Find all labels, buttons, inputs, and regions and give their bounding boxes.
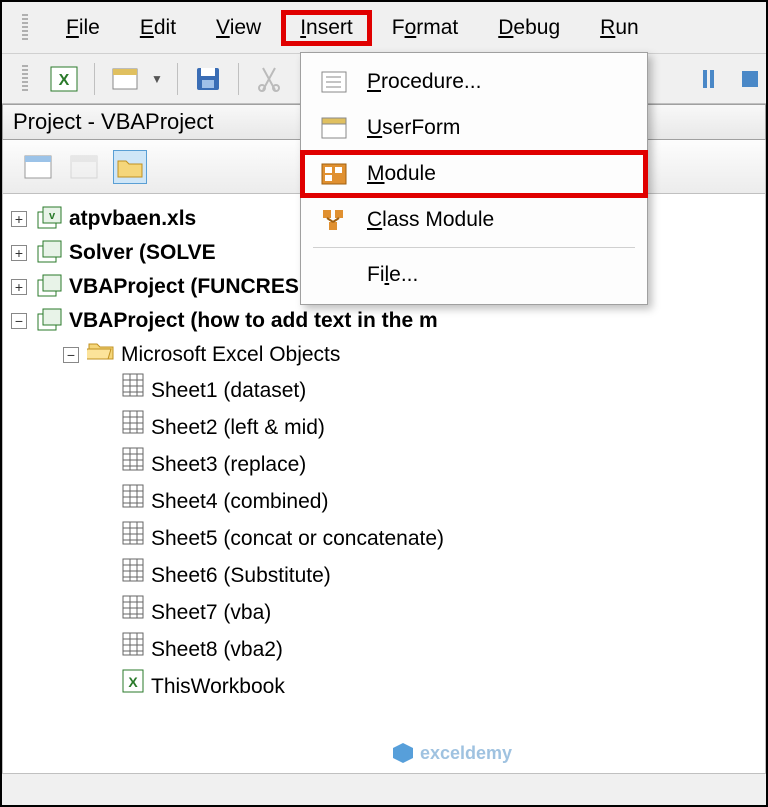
folder-node-objects[interactable]: − Microsoft Excel Objects	[11, 338, 757, 372]
worksheet-icon	[121, 557, 145, 594]
dropdown-item-module[interactable]: Module	[301, 151, 647, 197]
vbaproject-icon	[35, 274, 63, 300]
file-blank-icon	[319, 260, 349, 290]
view-object-button[interactable]	[67, 150, 101, 184]
dropdown-file-label: File...	[367, 263, 418, 287]
sheet-node[interactable]: Sheet7 (vba)	[11, 594, 757, 631]
watermark-brand: exceldemy	[420, 743, 512, 764]
insert-dropdown: Procedure... UserForm Module Class Modul…	[300, 52, 648, 305]
folder-open-icon	[87, 338, 115, 372]
menu-debug[interactable]: Debug	[478, 10, 580, 46]
tree-label: Microsoft Excel Objects	[121, 338, 340, 372]
collapse-icon[interactable]: −	[63, 347, 79, 363]
sheet-node[interactable]: Sheet1 (dataset)	[11, 372, 757, 409]
tree-label: Solver (SOLVE	[69, 236, 216, 270]
sheet-node[interactable]: Sheet2 (left & mid)	[11, 409, 757, 446]
worksheet-icon	[121, 409, 145, 446]
expand-icon[interactable]: +	[11, 279, 27, 295]
menu-insert[interactable]: Insert	[281, 10, 372, 46]
separator	[238, 63, 239, 95]
tree-label: Sheet1 (dataset)	[151, 374, 306, 408]
expand-icon[interactable]: +	[11, 245, 27, 261]
menu-file-label: ile	[79, 16, 100, 39]
excel-icon[interactable]: X	[48, 63, 80, 95]
dropdown-item-classmodule[interactable]: Class Module	[301, 197, 647, 243]
svg-text:v: v	[49, 210, 56, 222]
worksheet-icon	[121, 483, 145, 520]
stop-button[interactable]	[734, 63, 766, 95]
tree-label: Sheet7 (vba)	[151, 596, 271, 630]
dropdown-userform-label: UserForm	[367, 116, 460, 140]
workbook-node[interactable]: X ThisWorkbook	[11, 668, 757, 705]
dropdown-item-file[interactable]: File...	[301, 252, 647, 298]
menu-run[interactable]: Run	[580, 10, 659, 46]
dropdown-procedure-label: Procedure...	[367, 70, 481, 94]
dropdown-arrow-icon[interactable]: ▼	[151, 72, 163, 86]
insert-object-button[interactable]	[109, 63, 141, 95]
dropdown-classmodule-label: Class Module	[367, 208, 494, 232]
menu-run-label: un	[615, 16, 638, 39]
menu-edit-label: dit	[154, 16, 176, 39]
stop-icon	[742, 71, 758, 87]
workbook-icon: X	[121, 668, 145, 705]
userform-icon	[319, 113, 349, 143]
classmodule-icon	[319, 205, 349, 235]
menu-format-label: rmat	[416, 16, 458, 39]
watermark-icon	[392, 742, 414, 764]
save-button[interactable]	[192, 63, 224, 95]
sheet-node[interactable]: Sheet4 (combined)	[11, 483, 757, 520]
vbaproject-icon: v	[35, 206, 63, 232]
watermark: exceldemy	[392, 742, 512, 764]
grip-icon	[22, 65, 28, 93]
sheet-node[interactable]: Sheet6 (Substitute)	[11, 557, 757, 594]
sheet-node[interactable]: Sheet8 (vba2)	[11, 631, 757, 668]
view-code-button[interactable]	[21, 150, 55, 184]
vbaproject-icon	[35, 308, 63, 334]
separator	[177, 63, 178, 95]
worksheet-icon	[121, 372, 145, 409]
menu-format[interactable]: Format	[372, 10, 479, 46]
project-node-main[interactable]: − VBAProject (how to add text in the m	[11, 304, 757, 338]
dropdown-separator	[313, 247, 635, 248]
cut-button[interactable]	[253, 63, 285, 95]
pause-icon	[703, 70, 714, 88]
tree-label: Sheet5 (concat or concatenate)	[151, 522, 444, 556]
tree-label: ThisWorkbook	[151, 670, 285, 704]
tree-label: Sheet3 (replace)	[151, 448, 306, 482]
menu-edit[interactable]: Edit	[120, 10, 196, 46]
dropdown-item-procedure[interactable]: Procedure...	[301, 59, 647, 105]
tree-label: Sheet6 (Substitute)	[151, 559, 331, 593]
toggle-folders-button[interactable]	[113, 150, 147, 184]
sheet-node[interactable]: Sheet5 (concat or concatenate)	[11, 520, 757, 557]
dropdown-module-label: Module	[367, 162, 436, 186]
tree-label: Sheet4 (combined)	[151, 485, 328, 519]
tree-label: Sheet2 (left & mid)	[151, 411, 325, 445]
menu-insert-label: nsert	[306, 16, 353, 39]
separator	[94, 63, 95, 95]
expand-icon[interactable]: +	[11, 211, 27, 227]
worksheet-icon	[121, 631, 145, 668]
menu-view-label: iew	[230, 16, 262, 39]
menu-file[interactable]: File	[46, 10, 120, 46]
procedure-icon	[319, 67, 349, 97]
worksheet-icon	[121, 446, 145, 483]
collapse-icon[interactable]: −	[11, 313, 27, 329]
sheet-node[interactable]: Sheet3 (replace)	[11, 446, 757, 483]
menu-debug-label: ebug	[513, 16, 560, 39]
tree-label: VBAProject (how to add text in the m	[69, 304, 438, 338]
pause-button[interactable]	[692, 63, 724, 95]
dropdown-item-userform[interactable]: UserForm	[301, 105, 647, 151]
menubar: File Edit View Insert Format Debug Run	[2, 2, 766, 54]
tree-label: atpvbaen.xls	[69, 202, 196, 236]
grip-icon	[22, 14, 28, 42]
tree-label: Sheet8 (vba2)	[151, 633, 283, 667]
vbaproject-icon	[35, 240, 63, 266]
worksheet-icon	[121, 594, 145, 631]
menu-view[interactable]: View	[196, 10, 281, 46]
svg-text:X: X	[59, 72, 70, 89]
svg-text:X: X	[128, 674, 138, 690]
module-icon	[319, 159, 349, 189]
worksheet-icon	[121, 520, 145, 557]
